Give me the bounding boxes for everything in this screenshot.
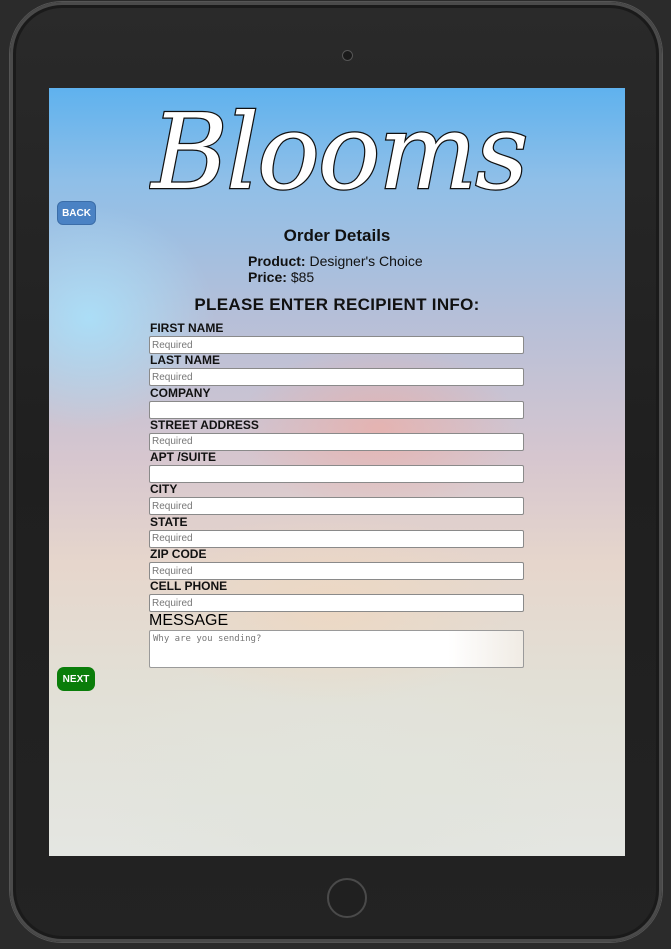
next-button[interactable]: NEXT <box>57 667 95 691</box>
street-address-label: STREET ADDRESS <box>150 417 259 432</box>
price-label: Price: <box>248 269 287 285</box>
back-button[interactable]: BACK <box>57 201 96 225</box>
cell-phone-input[interactable] <box>149 594 524 613</box>
city-field: CITY <box>149 482 525 516</box>
first-name-label: FIRST NAME <box>150 321 224 335</box>
street-address-input[interactable] <box>149 432 524 451</box>
city-label: CITY <box>150 482 178 497</box>
blooms-logo: Blooms <box>148 90 529 215</box>
app-screen: Blooms BACK Order Details Product: Desig… <box>49 88 625 856</box>
street-address-field: STREET ADDRESS <box>149 417 525 451</box>
state-label: STATE <box>150 514 188 529</box>
state-field: STATE <box>149 514 525 548</box>
state-input[interactable] <box>149 529 524 548</box>
product-value: Designer's Choice <box>309 253 423 269</box>
apt-suite-field: APT /SUITE <box>149 450 525 484</box>
recipient-form: FIRST NAME LAST NAME COMPANY STREET ADDR… <box>149 321 525 668</box>
recipient-info-heading: PLEASE ENTER RECIPIENT INFO: <box>194 295 480 314</box>
camera-icon <box>342 50 353 61</box>
price-line: Price: $85 <box>248 269 314 285</box>
cell-phone-label: CELL PHONE <box>150 579 228 594</box>
product-line: Product: Designer's Choice <box>248 253 423 269</box>
company-label: COMPANY <box>150 385 211 400</box>
city-input[interactable] <box>149 497 524 516</box>
first-name-input[interactable] <box>149 336 524 354</box>
last-name-field: LAST NAME <box>149 353 525 387</box>
message-field: MESSAGE <box>149 612 525 668</box>
apt-suite-label: APT /SUITE <box>150 450 217 465</box>
zip-code-label: ZIP CODE <box>150 547 207 562</box>
product-label: Product: <box>248 253 306 269</box>
price-value: $85 <box>290 269 315 285</box>
cell-phone-field: CELL PHONE <box>149 579 525 613</box>
order-details-title: Order Details <box>283 226 391 245</box>
zip-code-input[interactable] <box>149 562 524 581</box>
last-name-input[interactable] <box>149 368 524 387</box>
message-label: MESSAGE <box>149 611 229 629</box>
last-name-label: LAST NAME <box>150 353 220 368</box>
zip-code-field: ZIP CODE <box>149 547 525 581</box>
logo-text: Blooms <box>150 91 527 200</box>
apt-suite-input[interactable] <box>149 465 524 484</box>
company-field: COMPANY <box>149 385 525 419</box>
first-name-field: FIRST NAME <box>149 321 525 354</box>
message-textarea[interactable] <box>149 629 524 668</box>
home-button[interactable] <box>327 878 367 918</box>
company-input[interactable] <box>149 400 524 419</box>
